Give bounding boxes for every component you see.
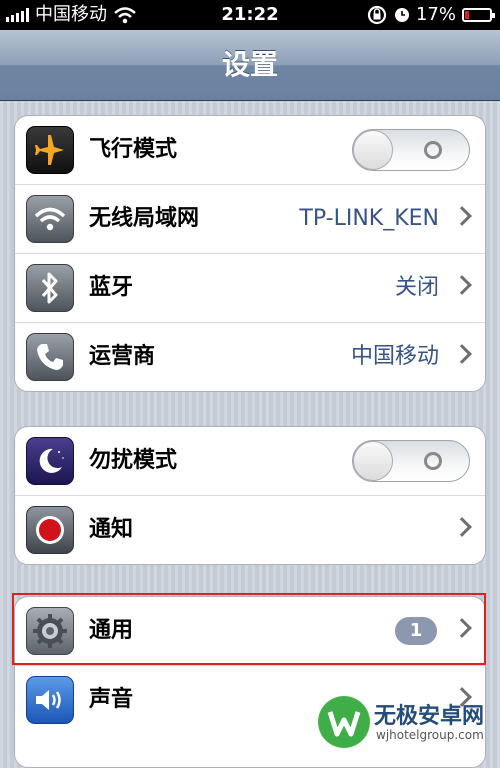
rotation-lock-icon (367, 5, 387, 25)
settings-row-label: 勿扰模式 (89, 448, 178, 473)
chevron-right-icon (452, 206, 472, 226)
settings-row-label: 通知 (89, 517, 134, 542)
alarm-icon (394, 8, 409, 22)
watermark-title: 无极安卓网 (374, 704, 485, 729)
wifi-icon (26, 195, 74, 243)
highlight-box (12, 593, 486, 665)
settings-row-wifi[interactable]: 无线局域网 TP-LINK_KEN (15, 185, 485, 254)
settings-row-airplane-mode[interactable]: 飞行模式 (15, 116, 485, 185)
settings-row-value: 中国移动 (350, 344, 439, 369)
chevron-right-icon (452, 275, 472, 295)
airplane-mode-toggle[interactable] (352, 129, 470, 171)
settings-group-connectivity: 飞行模式 无线局域网 TP-LINK_KEN 蓝牙 关闭 运营商 中国移动 (14, 115, 486, 392)
settings-row-label: 声音 (89, 687, 134, 712)
bluetooth-icon (26, 264, 74, 312)
watermark: 无极安卓网 wjhotelgroup.com (318, 692, 500, 750)
airplane-icon (26, 126, 74, 174)
page-title: 设置 (221, 48, 278, 81)
battery-percent: 17% (415, 4, 456, 25)
settings-row-label: 无线局域网 (89, 206, 200, 231)
settings-row-value: TP-LINK_KEN (299, 206, 439, 231)
battery-icon (462, 8, 495, 22)
settings-row-notifications[interactable]: 通知 (15, 496, 485, 564)
chevron-right-icon (452, 344, 472, 364)
watermark-url: wjhotelgroup.com (376, 728, 484, 742)
notification-icon (26, 506, 74, 554)
status-bar: 中国移动 21:22 17% (0, 0, 500, 30)
moon-icon (26, 437, 74, 485)
settings-group-notifications: 勿扰模式 通知 (14, 426, 486, 565)
watermark-logo-icon (318, 696, 370, 748)
phone-icon (26, 333, 74, 381)
speaker-icon (26, 676, 74, 724)
settings-row-carrier[interactable]: 运营商 中国移动 (15, 323, 485, 391)
settings-row-value: 关闭 (394, 275, 439, 300)
settings-row-label: 运营商 (89, 344, 156, 369)
settings-row-label: 飞行模式 (89, 137, 178, 162)
navigation-bar: 设置 (0, 30, 500, 101)
do-not-disturb-toggle[interactable] (352, 440, 470, 482)
settings-row-do-not-disturb[interactable]: 勿扰模式 (15, 427, 485, 496)
settings-row-label: 蓝牙 (89, 275, 134, 300)
chevron-right-icon (452, 517, 472, 537)
settings-row-bluetooth[interactable]: 蓝牙 关闭 (15, 254, 485, 323)
